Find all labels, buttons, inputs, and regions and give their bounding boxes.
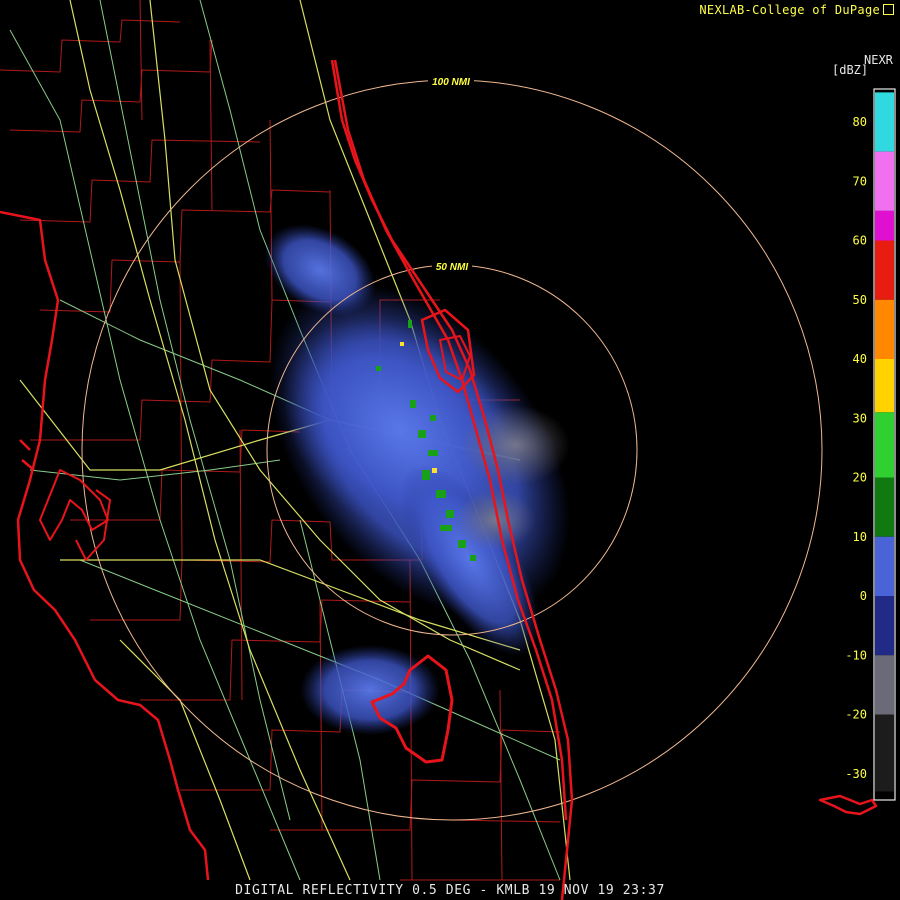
credit-text: NEXLAB-College of DuPage — [699, 3, 880, 17]
color-scale-tick-label: 10 — [853, 530, 867, 544]
color-scale-segment — [875, 359, 894, 413]
color-scale-tick-label: 30 — [853, 411, 867, 425]
color-scale-tick-label: -20 — [845, 708, 867, 722]
color-scale-ticks: 80 70 60 50 40 30 20 10 0 -10 -20 -30 — [845, 115, 867, 781]
color-scale-tick-label: 50 — [853, 293, 867, 307]
color-scale-tick-label: 60 — [853, 234, 867, 248]
color-scale-segment — [875, 655, 894, 715]
color-scale-segment — [875, 210, 894, 241]
color-scale-tick-label: 0 — [860, 589, 867, 603]
color-scale-segment — [875, 92, 894, 152]
color-scale — [875, 92, 894, 792]
nexlab-logo-icon — [883, 4, 894, 15]
radar-map[interactable]: 100 NMI 50 NMI 80 70 60 50 40 30 20 10 0 -10 -20 -3… — [0, 0, 900, 900]
color-scale-tick-label: -10 — [845, 648, 867, 662]
legend-source: NEXR — [864, 53, 893, 67]
color-scale-segment — [875, 240, 894, 300]
range-ring-50-label: 50 NMI — [436, 262, 468, 273]
color-scale-tick-label: -30 — [845, 767, 867, 781]
range-ring-100-label: 100 NMI — [432, 77, 470, 88]
product-caption: DIGITAL REFLECTIVITY 0.5 DEG - KMLB 19 N… — [235, 883, 665, 898]
color-scale-segment — [875, 596, 894, 656]
legend-unit: [dBZ] — [832, 63, 869, 77]
color-scale-tick-label: 70 — [853, 174, 867, 188]
color-scale-tick-label: 40 — [853, 352, 867, 366]
color-scale-segment — [875, 412, 894, 478]
color-scale-segment — [875, 299, 894, 359]
color-scale-segment — [875, 151, 894, 211]
color-scale-tick-label: 20 — [853, 471, 867, 485]
color-scale-segment — [875, 477, 894, 537]
color-scale-tick-label: 80 — [853, 115, 867, 129]
color-scale-segment — [875, 714, 894, 792]
credit-banner: NEXLAB-College of DuPage — [699, 3, 894, 17]
color-scale-segment — [875, 536, 894, 596]
